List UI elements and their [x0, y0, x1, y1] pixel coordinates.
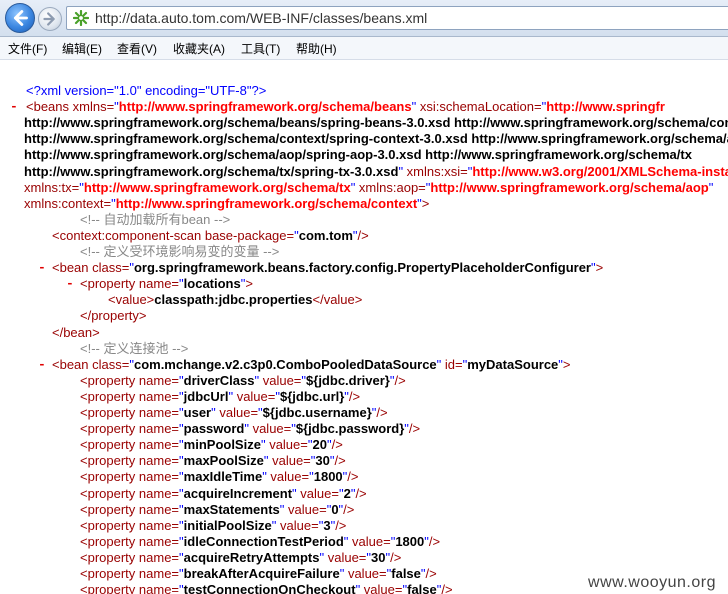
- beans-element-line: http://www.springframework.org/schema/tx…: [24, 163, 728, 179]
- property-element: <property name="idleConnectionTestPeriod…: [80, 533, 441, 549]
- property-element: <property name="driverClass" value="${jd…: [80, 372, 406, 388]
- collapse-toggle[interactable]: -: [10, 99, 18, 115]
- xml-comment: <!-- 定义受环境影响易变的变量 -->: [80, 244, 280, 259]
- arrow-right-icon: [43, 12, 55, 26]
- bean-element: <bean class="org.springframework.beans.f…: [52, 260, 604, 276]
- menu-bar: 文件(F) 编辑(E) 查看(V) 收藏夹(A) 工具(T) 帮助(H): [0, 37, 728, 60]
- property-close-tag: </property>: [80, 308, 147, 324]
- property-element: <property name="minPoolSize" value="20"/…: [80, 437, 343, 453]
- arrow-left-icon: [13, 10, 28, 26]
- beans-element-line: xmlns:context="http://www.springframewor…: [24, 195, 430, 211]
- beans-element-line: http://www.springframework.org/schema/co…: [24, 131, 728, 147]
- value-element: <value>classpath:jdbc.properties</value>: [108, 292, 363, 308]
- xml-comment: <!-- 自动加载所有bean -->: [80, 211, 231, 227]
- xml-document-view: <?xml version="1.0" encoding="UTF-8"?> - <…: [0, 60, 728, 594]
- bean-close-tag: </bean>: [52, 324, 100, 340]
- address-url[interactable]: http://data.auto.tom.com/WEB-INF/classes…: [95, 10, 427, 26]
- property-element: <property name="acquireRetryAttempts" va…: [80, 549, 402, 565]
- property-element: <property name="password" value="${jdbc.…: [80, 421, 421, 437]
- property-element: <property name="locations">: [80, 276, 253, 292]
- collapse-toggle[interactable]: -: [38, 260, 46, 276]
- collapse-toggle[interactable]: -: [66, 276, 74, 292]
- watermark: www.wooyun.org: [584, 574, 720, 592]
- bean-element: <bean class="com.mchange.v2.c3p0.ComboPo…: [52, 356, 571, 372]
- property-element: <property name="maxPoolSize" value="30"/…: [80, 453, 346, 469]
- beans-element-line: xmlns:tx="http://www.springframework.org…: [24, 179, 714, 195]
- address-bar[interactable]: http://data.auto.tom.com/WEB-INF/classes…: [66, 6, 728, 30]
- component-scan-element: <context:component-scan base-package="co…: [52, 227, 369, 243]
- page-favicon-icon: [73, 10, 89, 26]
- browser-toolbar: http://data.auto.tom.com/WEB-INF/classes…: [0, 0, 728, 37]
- property-element: <property name="breakAfterAcquireFailure…: [80, 566, 437, 581]
- beans-element-line: <beans xmlns="http://www.springframework…: [26, 99, 665, 115]
- menu-help[interactable]: 帮助(H): [296, 40, 337, 57]
- property-element: <property name="testConnectionOnCheckout…: [80, 582, 453, 594]
- collapse-toggle[interactable]: -: [38, 357, 46, 373]
- beans-element-line: http://www.springframework.org/schema/ao…: [24, 147, 692, 163]
- menu-favorites[interactable]: 收藏夹(A): [173, 40, 225, 57]
- property-element: <property name="user" value="${jdbc.user…: [80, 405, 388, 420]
- property-element: <property name="acquireIncrement" value=…: [80, 485, 367, 501]
- property-element: <property name="jdbcUrl" value="${jdbc.u…: [80, 388, 361, 404]
- menu-file[interactable]: 文件(F): [8, 40, 47, 57]
- menu-edit[interactable]: 编辑(E): [62, 40, 102, 57]
- xml-comment: <!-- 定义连接池 -->: [80, 340, 189, 356]
- xml-declaration: <?xml version="1.0" encoding="UTF-8"?>: [26, 83, 267, 98]
- property-element: <property name="maxStatements" value="0"…: [80, 501, 355, 517]
- menu-tools[interactable]: 工具(T): [241, 40, 280, 57]
- beans-element-line: http://www.springframework.org/schema/be…: [24, 115, 728, 131]
- property-element: <property name="maxIdleTime" value="1800…: [80, 469, 359, 485]
- forward-button[interactable]: [38, 7, 62, 31]
- property-element: <property name="initialPoolSize" value="…: [80, 517, 347, 533]
- menu-view[interactable]: 查看(V): [117, 40, 157, 57]
- back-button[interactable]: [5, 3, 35, 33]
